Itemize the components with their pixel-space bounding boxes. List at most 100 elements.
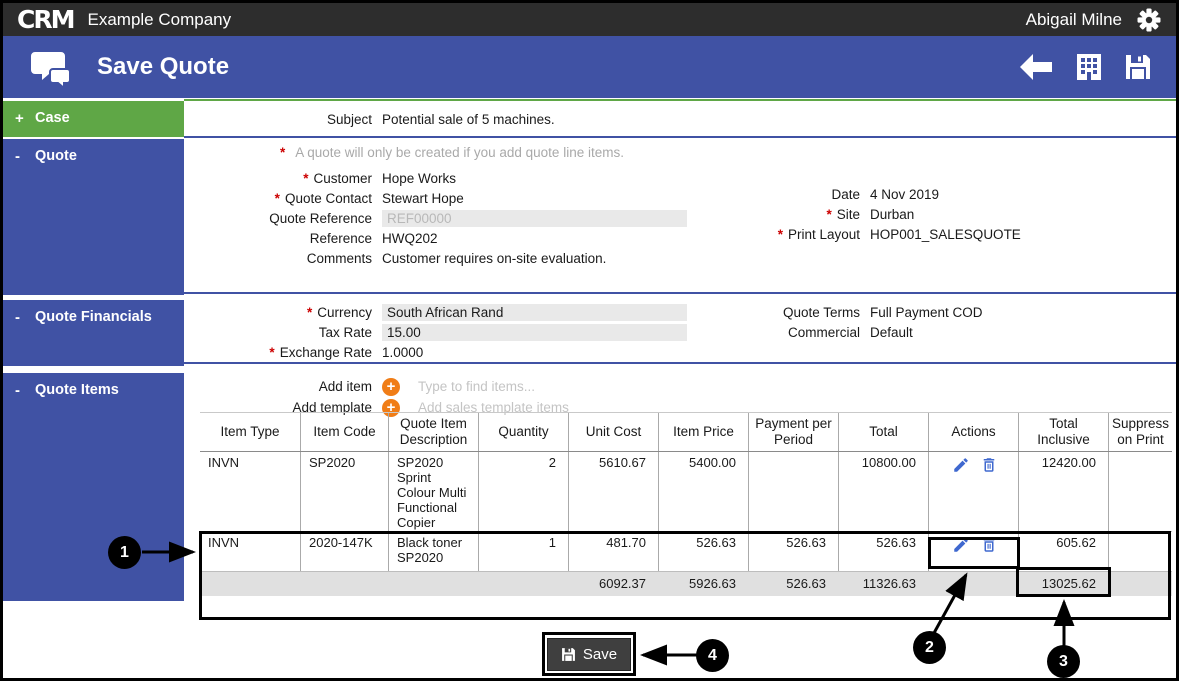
cell-payment-per-period <box>748 452 838 531</box>
totals-row: 6092.37 5926.63 526.63 11326.63 13025.62 <box>200 572 1172 596</box>
page-title: Save Quote <box>97 53 229 81</box>
sidebar-item-quote-items[interactable]: - Quote Items <box>3 373 184 601</box>
col-total-inclusive: Total Inclusive <box>1018 413 1108 451</box>
content-area: Subject Potential sale of 5 machines. * … <box>184 99 1176 659</box>
add-item-plus-icon[interactable]: + <box>382 378 400 396</box>
cell-item-price: 5400.00 <box>658 452 748 531</box>
commercial-label: Commercial <box>788 325 860 340</box>
back-arrow-icon[interactable] <box>1018 53 1054 81</box>
sidebar-item-quote-financials[interactable]: - Quote Financials <box>3 300 184 366</box>
customer-label: Customer <box>313 171 372 186</box>
commercial-value: Default <box>870 325 913 340</box>
find-items-input[interactable] <box>418 379 718 394</box>
top-bar: CRM Example Company Abigail Milne <box>3 3 1176 36</box>
required-asterisk: * <box>303 171 308 186</box>
col-unit-cost: Unit Cost <box>568 413 658 451</box>
required-asterisk: * <box>778 227 783 242</box>
tax-rate-label: Tax Rate <box>319 325 372 340</box>
required-asterisk: * <box>275 191 280 206</box>
totals-payment-per-period: 526.63 <box>748 572 838 596</box>
sidebar-item-case[interactable]: + Case <box>3 101 184 137</box>
callout-3: 3 <box>1047 645 1080 678</box>
cell-actions <box>928 452 1018 531</box>
cell-payment-per-period: 526.63 <box>748 532 838 571</box>
cell-item-code: 2020-147K <box>300 532 388 571</box>
callout-2: 2 <box>913 631 946 664</box>
tax-rate-field: 15.00 <box>382 324 687 341</box>
sidebar-item-quote[interactable]: - Quote <box>3 139 184 295</box>
reference-value: HWQ202 <box>382 231 438 246</box>
cell-quantity: 2 <box>478 452 568 531</box>
quote-notice: A quote will only be created if you add … <box>295 145 624 160</box>
site-label: Site <box>837 207 860 222</box>
sidebar-item-label: Quote Items <box>35 382 119 398</box>
cell-unit-cost: 5610.67 <box>568 452 658 531</box>
gear-icon[interactable] <box>1136 7 1162 33</box>
totals-total-inclusive: 13025.62 <box>1018 572 1108 596</box>
required-asterisk: * <box>826 207 831 222</box>
totals-total: 11326.63 <box>838 572 928 596</box>
expand-icon: + <box>15 110 27 127</box>
company-name: Example Company <box>87 10 231 30</box>
cell-item-type: INVN <box>200 532 300 571</box>
cell-actions <box>928 532 1018 571</box>
print-layout-value: HOP001_SALESQUOTE <box>870 227 1021 242</box>
col-description: Quote Item Description <box>388 413 478 451</box>
col-quantity: Quantity <box>478 413 568 451</box>
user-name[interactable]: Abigail Milne <box>1026 10 1122 30</box>
reference-label: Reference <box>310 231 372 246</box>
delete-trash-icon[interactable] <box>980 456 998 531</box>
print-layout-label: Print Layout <box>788 227 860 242</box>
quote-section: * A quote will only be created if you ad… <box>184 138 1176 294</box>
site-value: Durban <box>870 207 914 222</box>
col-actions: Actions <box>928 413 1018 451</box>
cell-item-type: INVN <box>200 452 300 531</box>
col-suppress-on-print: Suppress on Print <box>1108 413 1172 451</box>
delete-trash-icon[interactable] <box>980 536 998 571</box>
quote-contact-label: Quote Contact <box>285 191 372 206</box>
quote-terms-value: Full Payment COD <box>870 305 983 320</box>
comments-value: Customer requires on-site evaluation. <box>382 251 606 266</box>
app-header: Save Quote <box>3 36 1176 98</box>
case-section: Subject Potential sale of 5 machines. <box>184 99 1176 138</box>
required-asterisk: * <box>280 145 285 160</box>
cell-suppress-on-print <box>1108 452 1172 531</box>
collapse-icon: - <box>15 148 27 165</box>
customer-value: Hope Works <box>382 171 456 186</box>
save-icon[interactable] <box>1124 53 1152 81</box>
collapse-icon: - <box>15 309 27 326</box>
sidebar-item-label: Case <box>35 110 70 126</box>
save-button[interactable]: Save <box>547 638 631 671</box>
table-row: INVN 2020-147K Black toner SP2020 1 481.… <box>200 532 1172 572</box>
quote-financials-section: *Currency South African Rand Tax Rate 15… <box>184 294 1176 364</box>
cell-total: 526.63 <box>838 532 928 571</box>
subject-label: Subject <box>327 112 372 127</box>
col-item-code: Item Code <box>300 413 388 451</box>
table-row: INVN SP2020 SP2020 Sprint Colour Multi F… <box>200 452 1172 532</box>
crm-save-quote-page: CRM Example Company Abigail Milne <box>0 0 1179 681</box>
table-header-row: Item Type Item Code Quote Item Descripti… <box>200 412 1172 452</box>
cell-total-inclusive: 605.62 <box>1018 532 1108 571</box>
comments-label: Comments <box>307 251 372 266</box>
totals-unit-cost: 6092.37 <box>568 572 658 596</box>
sidebar-item-label: Quote Financials <box>35 309 152 325</box>
date-label: Date <box>831 187 860 202</box>
col-total: Total <box>838 413 928 451</box>
save-button-label: Save <box>583 646 617 663</box>
save-icon <box>561 647 576 662</box>
callout-1: 1 <box>108 536 141 569</box>
edit-pencil-icon[interactable] <box>952 456 970 531</box>
required-asterisk: * <box>307 305 312 320</box>
subject-value: Potential sale of 5 machines. <box>382 112 555 127</box>
edit-pencil-icon[interactable] <box>952 536 970 571</box>
cell-item-code: SP2020 <box>300 452 388 531</box>
company-building-icon[interactable] <box>1076 53 1102 81</box>
totals-item-price: 5926.63 <box>658 572 748 596</box>
quote-contact-value: Stewart Hope <box>382 191 464 206</box>
quote-reference-field: REF00000 <box>382 210 687 227</box>
quote-items-table: Item Type Item Code Quote Item Descripti… <box>200 412 1172 596</box>
exchange-rate-label: Exchange Rate <box>280 345 372 360</box>
crm-logo[interactable]: CRM <box>17 5 73 34</box>
exchange-rate-value: 1.0000 <box>382 345 423 360</box>
collapse-icon: - <box>15 382 27 399</box>
